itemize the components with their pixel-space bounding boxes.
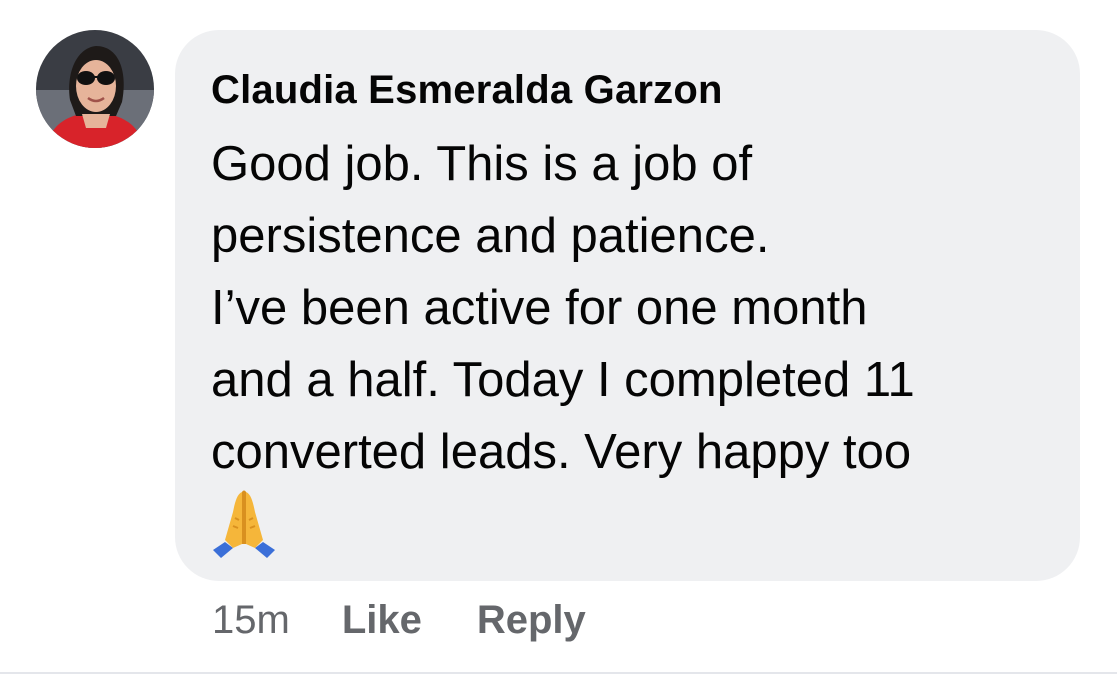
comment-actions: 15m Like Reply (212, 594, 586, 646)
comment-body-line: and a half. Today I completed 11 (211, 353, 915, 407)
comment-timestamp[interactable]: 15m (212, 598, 290, 643)
comment-bubble: Claudia Esmeralda Garzon Good job. This … (175, 30, 1080, 581)
comment-body-line: Good job. This is a job of (211, 137, 753, 191)
comment-body-line: converted leads. Very happy too (211, 425, 912, 479)
comment-author-name[interactable]: Claudia Esmeralda Garzon (211, 68, 723, 113)
comment-body-line: persistence and patience. (211, 209, 770, 263)
comment-body: Good job. This is a job of persistence a… (211, 128, 915, 488)
comment-body-line: I’ve been active for one month (211, 281, 868, 335)
avatar-photo (36, 30, 154, 148)
author-avatar[interactable] (36, 30, 154, 148)
reply-button[interactable]: Reply (477, 598, 586, 643)
folded-hands-icon (211, 488, 277, 560)
like-button[interactable]: Like (342, 598, 422, 643)
